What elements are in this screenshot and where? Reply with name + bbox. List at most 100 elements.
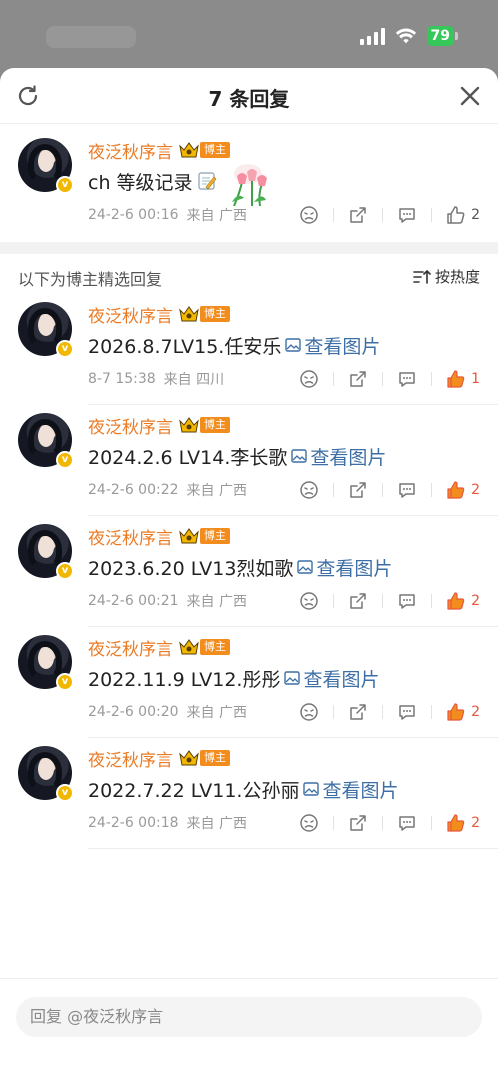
like-count: 2 bbox=[471, 207, 480, 223]
like-count: 2 bbox=[471, 815, 480, 831]
dislike-face-icon[interactable] bbox=[298, 701, 320, 723]
liked-icon[interactable] bbox=[445, 590, 467, 612]
avatar[interactable]: v bbox=[18, 302, 74, 358]
reply-author-name[interactable]: 夜泛秋序言 bbox=[88, 524, 173, 549]
crown-icon bbox=[179, 750, 199, 766]
view-image-label: 查看图片 bbox=[304, 335, 381, 358]
dislike-face-icon[interactable] bbox=[298, 590, 320, 612]
share-icon[interactable] bbox=[347, 479, 369, 501]
comment-time: 24-2-6 00:16 bbox=[88, 207, 179, 223]
like-count: 1 bbox=[471, 371, 480, 387]
dislike-face-icon[interactable] bbox=[298, 368, 320, 390]
status-time-blurred bbox=[46, 26, 136, 48]
view-image-label: 查看图片 bbox=[316, 557, 393, 580]
reply-content: 2026.8.7LV15.任安乐 查看图片 bbox=[88, 332, 498, 358]
share-icon[interactable] bbox=[347, 368, 369, 390]
like-count: 2 bbox=[471, 482, 480, 498]
dislike-face-icon[interactable] bbox=[298, 204, 320, 226]
liked-icon[interactable] bbox=[445, 812, 467, 834]
reply-text: 2022.11.9 LV12.彤彤 bbox=[88, 668, 281, 691]
close-icon[interactable] bbox=[458, 84, 482, 108]
image-icon bbox=[284, 671, 301, 685]
reply-bar: 回复 @夜泛秋序言 bbox=[0, 978, 498, 1080]
avatar[interactable]: v bbox=[18, 524, 74, 580]
verified-badge-icon: v bbox=[56, 784, 74, 802]
reply-item: v 夜泛秋序言 博主 2023.6.20 LV13烈如歌 查看图片 24-2-6… bbox=[0, 516, 498, 626]
share-icon[interactable] bbox=[347, 812, 369, 834]
crown-icon bbox=[179, 417, 199, 433]
battery-indicator: 79 bbox=[426, 26, 458, 46]
view-image-link[interactable]: 查看图片 bbox=[303, 776, 398, 803]
reply-time: 24-2-6 00:20 bbox=[88, 704, 179, 720]
section-header: 以下为博主精选回复 按热度 bbox=[0, 254, 498, 294]
reply-input[interactable]: 回复 @夜泛秋序言 bbox=[16, 997, 482, 1037]
reply-author-name[interactable]: 夜泛秋序言 bbox=[88, 635, 173, 660]
view-image-link[interactable]: 查看图片 bbox=[297, 554, 392, 581]
status-bar: 79 bbox=[0, 0, 498, 70]
reply-actions: 2 bbox=[298, 701, 480, 723]
comment-icon[interactable] bbox=[396, 701, 418, 723]
memo-emoji-icon bbox=[197, 172, 216, 190]
verified-badge-icon: v bbox=[56, 451, 74, 469]
avatar[interactable]: v bbox=[18, 138, 74, 194]
comment-actions: 2 bbox=[298, 204, 480, 226]
like-icon[interactable] bbox=[445, 204, 467, 226]
reply-content: 2024.2.6 LV14.李长歌 查看图片 bbox=[88, 443, 498, 469]
view-image-label: 查看图片 bbox=[303, 668, 380, 691]
avatar[interactable]: v bbox=[18, 746, 74, 802]
main-comment: v 夜泛秋序言 博主 ch 等级记录 24-2-6 00:16 来自 广西 2 bbox=[0, 124, 498, 242]
view-image-label: 查看图片 bbox=[310, 446, 387, 469]
share-icon[interactable] bbox=[347, 204, 369, 226]
reply-time: 24-2-6 00:22 bbox=[88, 482, 179, 498]
reply-item: v 夜泛秋序言 博主 2024.2.6 LV14.李长歌 查看图片 24-2-6… bbox=[0, 405, 498, 515]
section-divider bbox=[0, 242, 498, 254]
comment-author-name[interactable]: 夜泛秋序言 bbox=[88, 138, 173, 163]
reply-author-name[interactable]: 夜泛秋序言 bbox=[88, 746, 173, 771]
blogger-tag: 博主 bbox=[200, 142, 230, 158]
reply-item: v 夜泛秋序言 博主 2022.11.9 LV12.彤彤 查看图片 24-2-6… bbox=[0, 627, 498, 737]
blogger-tag: 博主 bbox=[200, 639, 230, 655]
reply-author-name[interactable]: 夜泛秋序言 bbox=[88, 302, 173, 327]
dislike-face-icon[interactable] bbox=[298, 812, 320, 834]
reply-location: 来自 四川 bbox=[163, 372, 225, 388]
comment-meta: 24-2-6 00:16 来自 广西 2 bbox=[88, 204, 498, 226]
comment-icon[interactable] bbox=[396, 812, 418, 834]
comment-icon[interactable] bbox=[396, 368, 418, 390]
reply-time: 24-2-6 00:21 bbox=[88, 593, 179, 609]
share-icon[interactable] bbox=[347, 701, 369, 723]
crown-icon bbox=[179, 639, 199, 655]
liked-icon[interactable] bbox=[445, 479, 467, 501]
comment-icon[interactable] bbox=[396, 479, 418, 501]
comment-location: 来自 广西 bbox=[186, 208, 247, 224]
wifi-icon bbox=[395, 28, 416, 44]
avatar[interactable]: v bbox=[18, 635, 74, 691]
comment-text: ch 等级记录 bbox=[88, 171, 193, 194]
reply-time: 8-7 15:38 bbox=[88, 371, 156, 387]
share-icon[interactable] bbox=[347, 590, 369, 612]
replies-sheet: 7 条回复 v 夜泛秋序言 博主 ch 等级记录 24-2-6 00:16 来自… bbox=[0, 68, 498, 1080]
view-image-link[interactable]: 查看图片 bbox=[291, 443, 386, 470]
dislike-face-icon[interactable] bbox=[298, 479, 320, 501]
status-icons: 79 bbox=[359, 26, 458, 46]
view-image-label: 查看图片 bbox=[322, 779, 399, 802]
liked-icon[interactable] bbox=[445, 701, 467, 723]
comment-icon[interactable] bbox=[396, 590, 418, 612]
liked-icon[interactable] bbox=[445, 368, 467, 390]
view-image-link[interactable]: 查看图片 bbox=[284, 665, 379, 692]
reply-location: 来自 广西 bbox=[186, 594, 247, 610]
view-image-link[interactable]: 查看图片 bbox=[285, 332, 380, 359]
like-count: 2 bbox=[471, 704, 480, 720]
reply-meta: 24-2-6 00:21 来自 广西 2 bbox=[88, 590, 498, 612]
avatar[interactable]: v bbox=[18, 413, 74, 469]
reply-item: v 夜泛秋序言 博主 2022.7.22 LV11.公孙丽 查看图片 24-2-… bbox=[0, 738, 498, 848]
verified-badge-icon: v bbox=[56, 340, 74, 358]
reply-location: 来自 广西 bbox=[186, 816, 247, 832]
reply-meta: 24-2-6 00:20 来自 广西 2 bbox=[88, 701, 498, 723]
reply-author-name[interactable]: 夜泛秋序言 bbox=[88, 413, 173, 438]
reply-meta: 8-7 15:38 来自 四川 1 bbox=[88, 368, 498, 390]
blogger-tag: 博主 bbox=[200, 528, 230, 544]
comment-icon[interactable] bbox=[396, 204, 418, 226]
sort-by-hot-button[interactable]: 按热度 bbox=[413, 266, 480, 287]
tulip-emoji-icon bbox=[232, 164, 267, 207]
blogger-tag: 博主 bbox=[200, 417, 230, 433]
